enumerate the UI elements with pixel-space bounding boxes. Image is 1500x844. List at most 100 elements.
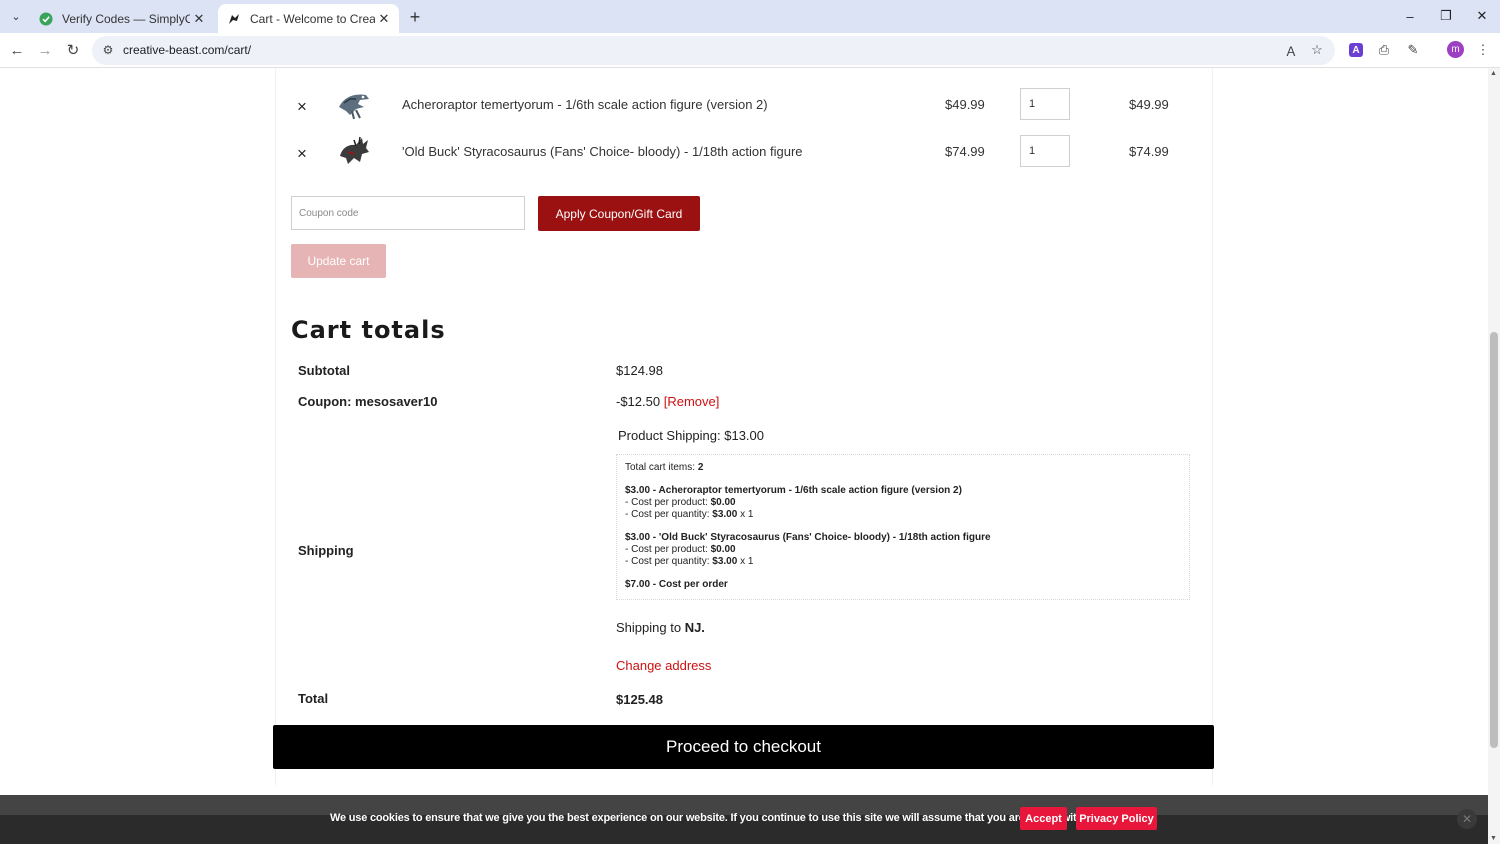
total-items-line: Total cart items: 2	[625, 462, 1181, 474]
cost-per-quantity-value: $3.00	[712, 509, 738, 520]
cost-per-order-line: $7.00 - Cost per order	[625, 579, 1181, 591]
arrow-left-icon: ←	[9, 41, 25, 59]
cost-per-quantity-label: - Cost per quantity:	[625, 556, 710, 567]
cart-item-row: × Acheroraptor temertyorum - 1/6th scale…	[276, 81, 1214, 127]
page-scrollbar[interactable]: ▲ ▼	[1488, 68, 1500, 844]
chevron-down-icon: ⌄	[11, 10, 21, 23]
privacy-policy-button[interactable]: Privacy Policy	[1076, 807, 1157, 830]
site-settings-icon[interactable]: ⚙	[100, 42, 116, 58]
product-price: $74.99	[945, 144, 985, 159]
cost-per-order-text: $7.00 - Cost per order	[625, 579, 728, 590]
coupon-discount: -$12.50 [Remove]	[616, 394, 719, 409]
close-window-button[interactable]: ✕	[1467, 6, 1497, 26]
printer-icon[interactable]: ⎙	[1375, 41, 1393, 59]
quantity-input[interactable]	[1020, 88, 1070, 120]
profile-avatar[interactable]: m	[1447, 41, 1464, 58]
total-value: $125.48	[616, 692, 663, 707]
cart-item-row: × 'Old Buck' Styracosaurus (Fans' Choice…	[276, 128, 1214, 174]
reload-icon: ↻	[66, 42, 80, 59]
tab-title: Verify Codes — SimplyCodes	[62, 11, 190, 26]
shipping-destination: Shipping to NJ.	[616, 620, 705, 635]
subtotal-value: $124.98	[616, 363, 663, 378]
extensions-puzzle-icon[interactable]: ✎	[1404, 41, 1422, 59]
product-name-link[interactable]: 'Old Buck' Styracosaurus (Fans' Choice- …	[402, 144, 803, 159]
shipping-item-line: $3.00 - 'Old Buck' Styracosaurus (Fans' …	[625, 532, 991, 543]
shipping-item-breakdown: $3.00 - 'Old Buck' Styracosaurus (Fans' …	[625, 532, 1181, 568]
tab-creative-beast[interactable]: Cart - Welcome to Creative Bea ✕	[218, 4, 399, 33]
close-icon[interactable]: ✕	[1457, 809, 1477, 829]
cost-per-product-label: - Cost per product:	[625, 544, 708, 555]
product-price: $49.99	[945, 97, 985, 112]
close-icon[interactable]: ✕	[375, 10, 393, 28]
reload-button[interactable]: ↻	[61, 39, 85, 61]
simplycodes-favicon	[38, 11, 54, 27]
product-subtotal: $49.99	[1129, 97, 1169, 112]
cost-per-product-value: $0.00	[710, 544, 736, 555]
cart-totals-heading: Cart totals	[291, 316, 446, 344]
shipping-item-breakdown: $3.00 - Acheroraptor temertyorum - 1/6th…	[625, 485, 1181, 521]
product-thumbnail[interactable]	[336, 85, 372, 123]
creative-beast-favicon	[226, 11, 242, 27]
restore-icon: ❐	[1440, 8, 1452, 23]
more-menu-icon[interactable]: ⋮	[1474, 41, 1492, 59]
browser-toolbar: ← → ↻ ⚙ creative-beast.com/cart/ Ａ ☆ A ⎙…	[0, 33, 1500, 68]
tab-strip: ⌄ Verify Codes — SimplyCodes ✕ Cart - We…	[0, 0, 1500, 33]
proceed-to-checkout-button[interactable]: Proceed to checkout	[273, 725, 1214, 769]
shipping-state: NJ.	[684, 620, 705, 635]
forward-button[interactable]: →	[33, 39, 57, 61]
total-items-value: 2	[697, 462, 704, 473]
cost-per-quantity-value: $3.00	[712, 556, 738, 567]
cart-panel: × Acheroraptor temertyorum - 1/6th scale…	[275, 68, 1213, 785]
cost-per-product-label: - Cost per product:	[625, 497, 708, 508]
address-bar[interactable]: ⚙ creative-beast.com/cart/ Ａ ☆	[92, 36, 1335, 65]
restore-button[interactable]: ❐	[1431, 6, 1461, 26]
tab-simplycodes[interactable]: Verify Codes — SimplyCodes ✕	[30, 4, 214, 33]
bookmark-star-icon[interactable]: ☆	[1308, 41, 1326, 59]
quantity-multiplier: x 1	[740, 509, 754, 520]
shipping-breakdown: Total cart items: 2 $3.00 - Acheroraptor…	[616, 454, 1190, 600]
shipping-to-prefix: Shipping to	[616, 620, 682, 635]
minimize-button[interactable]: –	[1395, 6, 1425, 26]
scroll-up-arrow-icon[interactable]: ▲	[1490, 70, 1497, 77]
arrow-right-icon: →	[37, 41, 53, 59]
product-subtotal: $74.99	[1129, 144, 1169, 159]
remove-item-icon[interactable]: ×	[295, 145, 309, 162]
translate-icon[interactable]: Ａ	[1282, 41, 1300, 59]
cost-per-product-value: $0.00	[710, 497, 736, 508]
cost-per-quantity-label: - Cost per quantity:	[625, 509, 710, 520]
update-cart-button[interactable]: Update cart	[291, 244, 386, 278]
extension-a-icon[interactable]: A	[1349, 43, 1363, 57]
close-icon: ✕	[1476, 8, 1488, 23]
remove-coupon-link[interactable]: [Remove]	[664, 394, 720, 409]
accept-cookies-button[interactable]: Accept	[1020, 807, 1067, 830]
tab-title: Cart - Welcome to Creative Bea	[250, 11, 375, 26]
minimize-icon: –	[1406, 8, 1414, 24]
subtotal-label: Subtotal	[298, 363, 350, 378]
plus-icon: +	[409, 6, 421, 27]
back-button[interactable]: ←	[5, 39, 29, 61]
coupon-label: Coupon: mesosaver10	[298, 394, 438, 409]
close-icon[interactable]: ✕	[190, 10, 208, 28]
coupon-discount-value: -$12.50	[616, 394, 661, 409]
product-name-link[interactable]: Acheroraptor temertyorum - 1/6th scale a…	[402, 97, 768, 112]
scroll-down-arrow-icon[interactable]: ▼	[1490, 835, 1497, 842]
coupon-code-input[interactable]	[291, 196, 525, 230]
shipping-label: Shipping	[298, 543, 354, 558]
product-thumbnail[interactable]	[336, 132, 372, 170]
cookie-message: We use cookies to ensure that we give yo…	[330, 812, 1096, 824]
product-shipping-text: Product Shipping: $13.00	[618, 428, 764, 443]
page-viewport: × Acheroraptor temertyorum - 1/6th scale…	[0, 68, 1488, 844]
quantity-multiplier: x 1	[740, 556, 754, 567]
change-address-link[interactable]: Change address	[616, 658, 711, 673]
total-items-label: Total cart items:	[625, 462, 696, 473]
quantity-input[interactable]	[1020, 135, 1070, 167]
new-tab-button[interactable]: +	[405, 7, 425, 27]
total-label: Total	[298, 691, 329, 706]
url-text: creative-beast.com/cart/	[123, 43, 252, 57]
shipping-item-line: $3.00 - Acheroraptor temertyorum - 1/6th…	[625, 485, 962, 496]
apply-coupon-button[interactable]: Apply Coupon/Gift Card	[538, 196, 700, 231]
cookie-banner: We use cookies to ensure that we give yo…	[0, 795, 1488, 844]
scrollbar-thumb[interactable]	[1490, 332, 1498, 748]
tab-search-button[interactable]: ⌄	[5, 6, 27, 26]
remove-item-icon[interactable]: ×	[295, 98, 309, 115]
